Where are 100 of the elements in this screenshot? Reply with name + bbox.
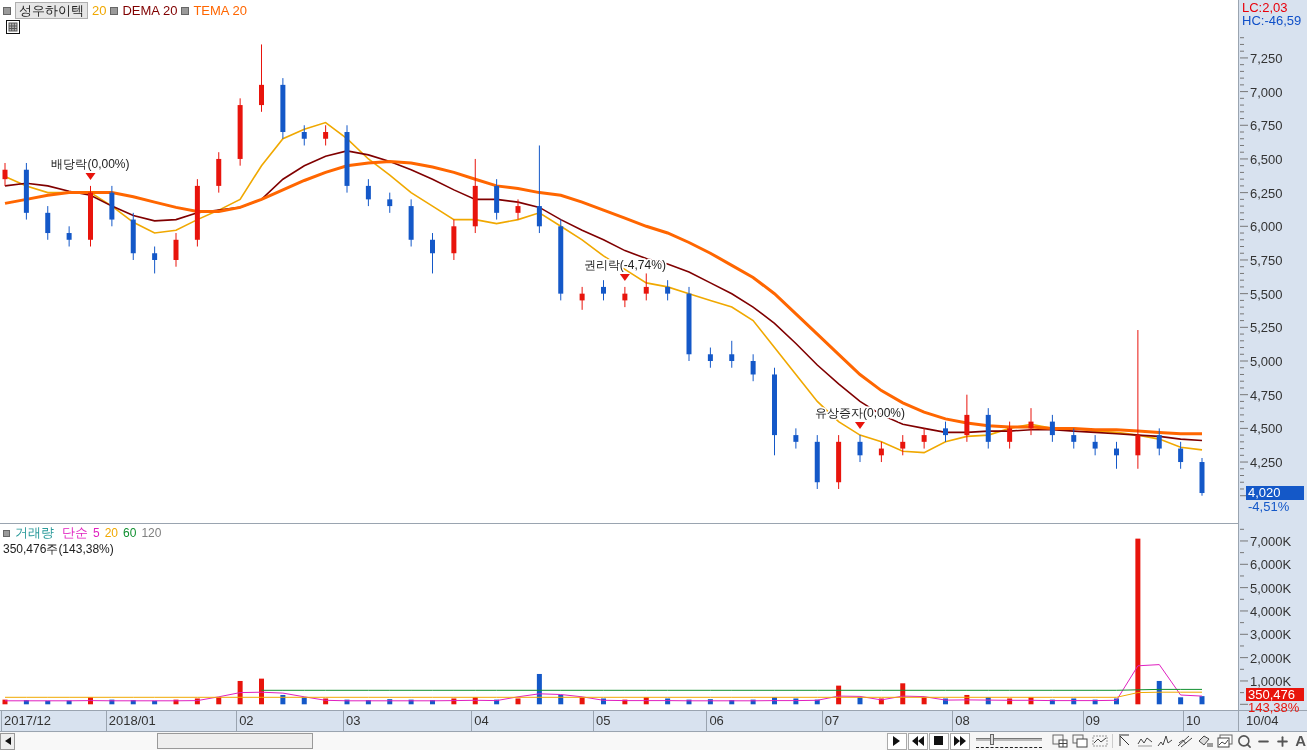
- legend-label: DEMA 20: [122, 3, 178, 18]
- legend-label: 20: [92, 3, 107, 18]
- candlestick: [515, 198, 521, 221]
- stock-name-button[interactable]: 성우하이텍: [15, 2, 88, 19]
- candlestick: [1071, 427, 1077, 450]
- candlestick: [729, 340, 735, 369]
- zoom-slider[interactable]: [976, 734, 1043, 748]
- scrollbar-thumb[interactable]: [157, 733, 314, 749]
- legend-title: 거래량: [15, 526, 54, 540]
- axis-label: 2,000K: [1250, 650, 1292, 666]
- marker-icon: [85, 172, 96, 180]
- candlestick: [45, 205, 51, 241]
- date-label: 2017/12: [1, 711, 51, 731]
- rewind-icon: [912, 735, 925, 747]
- candlestick: [964, 394, 970, 443]
- date-label: 02: [236, 711, 254, 731]
- change-label: -4,51%: [1247, 500, 1291, 514]
- candlestick: [387, 192, 393, 214]
- bar: [1199, 696, 1205, 705]
- candlestick: [1178, 441, 1184, 470]
- current-price-label: 4,020: [1246, 486, 1304, 500]
- axis-label: 5,000: [1250, 354, 1283, 369]
- axis-label: 6,000: [1250, 219, 1283, 235]
- overlap-windows-icon[interactable]: [1072, 734, 1089, 748]
- candlestick: [943, 421, 948, 443]
- legend-marker-icon: [181, 6, 190, 15]
- axis-label: 6,500: [1250, 151, 1283, 167]
- axis-label: 4,500: [1250, 421, 1283, 437]
- legend-marker-icon: [3, 6, 11, 15]
- play-button[interactable]: [887, 732, 908, 750]
- average-type-label: 단순: [62, 526, 88, 540]
- candlestick: [750, 353, 756, 382]
- bar: [1135, 538, 1141, 705]
- chart-window-icon[interactable]: [1217, 734, 1234, 748]
- fast-forward-button[interactable]: [950, 732, 971, 750]
- legend-label: TEMA 20: [193, 3, 247, 18]
- candlestick: [1007, 421, 1013, 450]
- date-label: 04: [471, 711, 489, 731]
- legend-label: 60: [123, 526, 137, 540]
- candlestick: [1156, 427, 1162, 456]
- axis-label: 7,000: [1250, 84, 1283, 100]
- candlestick: [857, 434, 863, 463]
- legend-label: 20: [104, 526, 119, 540]
- legend-label: 5: [93, 526, 100, 540]
- triangle-left-icon: [4, 737, 11, 745]
- search-icon[interactable]: [1237, 733, 1253, 749]
- candlestick: [643, 272, 649, 301]
- date-label: 05: [593, 711, 611, 731]
- marker-icon: [619, 273, 630, 281]
- axis-label: 4,000K: [1250, 603, 1292, 619]
- font-button[interactable]: A: [1294, 733, 1307, 749]
- zoom-in-icon[interactable]: [1275, 733, 1291, 749]
- candlestick: [900, 434, 906, 456]
- stop-icon: [933, 735, 946, 747]
- zigzag-line-icon[interactable]: [1157, 734, 1174, 748]
- date-label: 06: [706, 711, 724, 731]
- axis-label: 4,250: [1250, 455, 1283, 471]
- date-label: 08: [952, 711, 970, 731]
- legend-label: 120: [141, 526, 162, 540]
- current-volume-label: 350,476: [1246, 688, 1304, 702]
- axis-label: 7,250: [1250, 50, 1283, 66]
- legend-marker-icon: [110, 6, 119, 15]
- slider-thumb[interactable]: [989, 734, 994, 745]
- date-label: 07: [821, 711, 840, 731]
- bar: [515, 698, 521, 705]
- diagonal-lines-icon[interactable]: [1177, 734, 1194, 748]
- candlestick: [601, 279, 606, 301]
- legend-marker-icon: [3, 529, 10, 537]
- axis-label: 6,750: [1250, 118, 1283, 134]
- candlestick: [66, 225, 72, 248]
- eraser-icon[interactable]: [1197, 734, 1214, 748]
- rewind-button[interactable]: [908, 732, 929, 750]
- stop-button[interactable]: [929, 732, 950, 750]
- marker-icon: [855, 422, 865, 430]
- volume-summary: 350,476주(143,38%): [3, 541, 114, 558]
- axis-label: 3,000K: [1250, 627, 1292, 643]
- bar: [1156, 680, 1162, 705]
- candlestick: [1092, 434, 1098, 456]
- axis-label: 6,250: [1250, 185, 1283, 201]
- axis-label: 7,000K: [1250, 533, 1292, 549]
- axis-label: 5,750: [1250, 253, 1283, 268]
- axis-label: 1,000K: [1250, 673, 1292, 689]
- candlestick: [430, 232, 435, 274]
- date-label: 2018/01: [105, 711, 156, 731]
- candlestick: [1135, 329, 1141, 470]
- candlestick: [2, 162, 8, 187]
- change-label: 143,38%: [1247, 701, 1301, 715]
- window-grid-icon[interactable]: [1052, 734, 1069, 748]
- candlestick: [921, 427, 927, 450]
- date-label: 09: [1082, 711, 1101, 731]
- scroll-left-button[interactable]: [0, 732, 16, 750]
- candlestick: [152, 246, 158, 274]
- table-icon[interactable]: [6, 20, 20, 34]
- candlestick: [365, 178, 371, 207]
- axis-label: 5,000K: [1250, 580, 1292, 596]
- candlestick: [665, 279, 671, 301]
- stat-label: HC:-46,59: [1242, 14, 1302, 27]
- axis-label: 4,750: [1250, 387, 1283, 403]
- candlestick: [323, 124, 329, 146]
- candlestick: [1049, 414, 1055, 443]
